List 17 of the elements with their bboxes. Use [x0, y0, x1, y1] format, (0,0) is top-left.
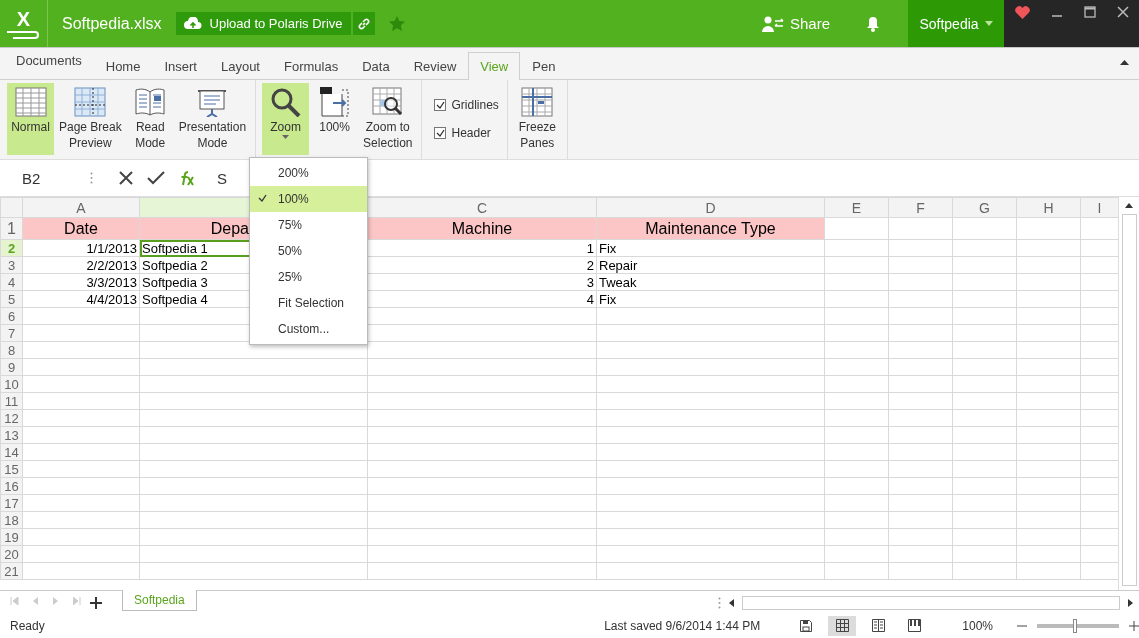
table-cell: 1/1/2013 — [22, 239, 140, 257]
table-cell: Machine — [367, 217, 597, 240]
status-text: Ready — [10, 618, 46, 633]
last-saved-text: Last saved 9/6/2014 1:44 PM — [604, 618, 761, 633]
checkbox-label: Header — [451, 126, 491, 140]
file-name: Softpedia.xlsx — [62, 14, 162, 33]
zoom-level: 100% — [962, 618, 993, 633]
table-cell: Repair — [596, 256, 825, 274]
table-cell: 3/3/2013 — [22, 273, 140, 291]
table-cell: Fix — [596, 290, 825, 308]
app-logo: X — [0, 0, 48, 47]
table-cell: Fix — [596, 239, 825, 257]
table-cell: Maintenance Type — [596, 217, 825, 240]
table-cell: 2/2/2013 — [22, 256, 140, 274]
table-cell: Tweak — [596, 273, 825, 291]
checkbox-label: Gridlines — [451, 98, 499, 112]
table-cell: 4/4/2013 — [22, 290, 140, 308]
